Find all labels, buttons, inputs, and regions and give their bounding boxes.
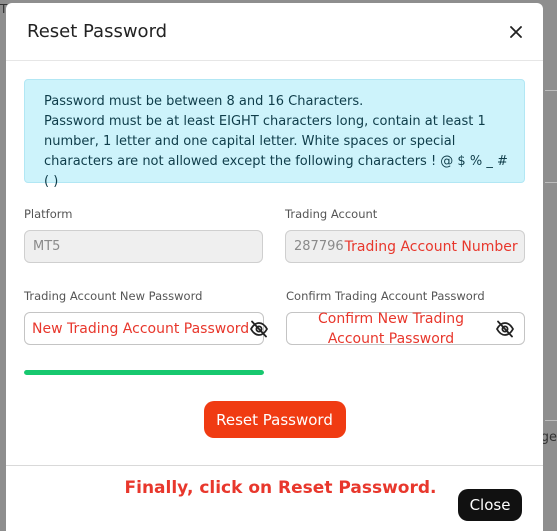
platform-field: MT5 (24, 230, 263, 263)
new-password-annotation: New Trading Account Password (32, 320, 250, 337)
trading-account-value: 287796 (294, 239, 344, 254)
password-strength-fill (24, 370, 264, 375)
backdrop-text: ge (540, 430, 557, 445)
eye-slash-icon[interactable] (249, 318, 269, 340)
eye-slash-icon[interactable] (494, 318, 516, 340)
confirm-password-field[interactable]: Confirm New Trading Account Password (286, 311, 525, 347)
reset-password-modal: Reset Password Password must be between … (6, 3, 543, 531)
trading-account-annotation: Trading Account Number (344, 238, 518, 255)
close-button[interactable]: Close (458, 489, 522, 521)
backdrop-divider (545, 182, 557, 183)
password-rule-length: Password must be between 8 and 16 Charac… (44, 94, 364, 109)
reset-password-button[interactable]: Reset Password (203, 401, 346, 438)
new-password-label: Trading Account New Password (24, 289, 203, 303)
password-rule-composition: Password must be at least EIGHT characte… (44, 114, 508, 189)
platform-label: Platform (24, 207, 73, 221)
backdrop-divider (545, 90, 557, 91)
close-icon[interactable] (505, 21, 527, 43)
password-strength-bar (24, 370, 264, 375)
password-rules-alert: Password must be between 8 and 16 Charac… (24, 79, 525, 189)
modal-title: Reset Password (27, 21, 168, 42)
confirm-password-annotation: Confirm New Trading Account Password (318, 310, 464, 347)
new-password-field[interactable]: New Trading Account Password (24, 312, 269, 345)
backdrop-divider (545, 420, 557, 421)
platform-value: MT5 (33, 239, 61, 254)
modal-footer: Finally, click on Reset Password. Close (6, 465, 543, 531)
trading-account-field: 287796 Trading Account Number (285, 230, 525, 263)
trading-account-label: Trading Account (285, 207, 378, 221)
confirm-password-label: Confirm Trading Account Password (286, 289, 485, 303)
modal-header: Reset Password (6, 3, 543, 61)
